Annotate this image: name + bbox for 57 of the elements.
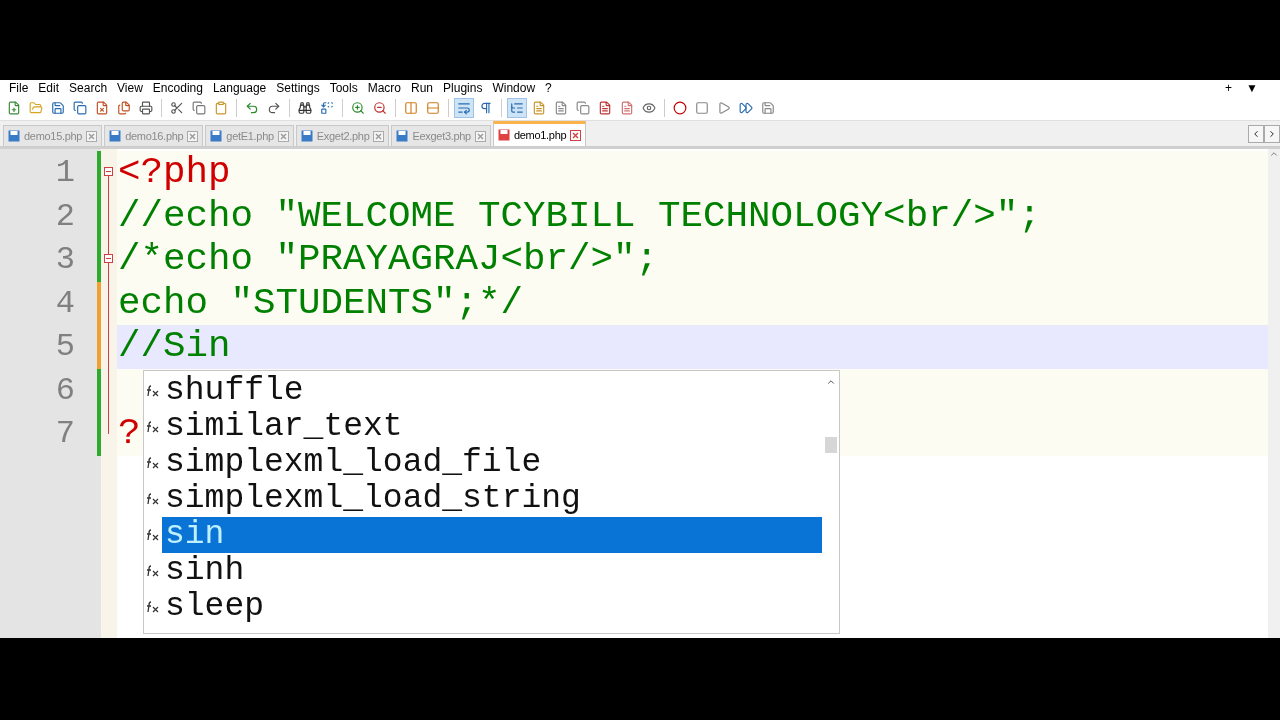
- menu-item[interactable]: Language: [207, 81, 272, 95]
- function-icon: [146, 565, 160, 577]
- close-icon[interactable]: [570, 129, 582, 141]
- scroll-right-button[interactable]: [1264, 124, 1280, 143]
- menu-item[interactable]: Run: [406, 81, 439, 95]
- suggestion-item[interactable]: simplexml_load_file: [162, 445, 822, 481]
- code-line: //Sin: [118, 325, 231, 367]
- fold-icon[interactable]: [104, 254, 113, 263]
- suggestion-item[interactable]: sleep: [162, 589, 822, 625]
- menu-item[interactable]: Encoding: [147, 81, 208, 95]
- suggestion-item[interactable]: sinh: [162, 553, 822, 589]
- function-icon: [146, 385, 160, 397]
- code-line: echo "STUDENTS";*/: [118, 281, 524, 324]
- menu-item[interactable]: File: [4, 81, 34, 95]
- line-number: 7: [54, 414, 76, 454]
- scroll-up-icon[interactable]: [825, 377, 836, 387]
- function-icon: [146, 457, 160, 469]
- scroll-left-button[interactable]: [1248, 124, 1264, 143]
- scroll-up-icon[interactable]: [1269, 149, 1279, 159]
- wrap-text-icon[interactable]: [454, 98, 474, 118]
- menu-item[interactable]: Edit: [33, 81, 65, 95]
- function-icon: [146, 421, 160, 433]
- function-icon: [146, 529, 160, 541]
- close-icon[interactable]: [474, 130, 486, 142]
- line-number: 1: [54, 153, 76, 193]
- menu-item[interactable]: Settings: [271, 81, 325, 95]
- line-number: 3: [54, 240, 76, 280]
- menu-item[interactable]: Window: [487, 81, 541, 95]
- menu-item[interactable]: Search: [64, 81, 113, 95]
- function-icon: [146, 601, 160, 613]
- menu-item[interactable]: ?: [540, 81, 557, 95]
- window-control[interactable]: +: [1225, 81, 1233, 95]
- code-line: //echo "WELCOME TCYBILL TECHNOLOGY<br/>";: [118, 194, 1041, 237]
- fold-icon[interactable]: [104, 167, 113, 176]
- file-tab[interactable]: demo1.php: [492, 121, 587, 146]
- suggestion-item[interactable]: sin: [162, 517, 822, 553]
- line-number: 6: [54, 370, 76, 411]
- scroll-thumb[interactable]: [824, 437, 837, 453]
- close-icon[interactable]: [86, 130, 98, 142]
- indent-guide-icon[interactable]: [507, 98, 527, 118]
- line-number: 5: [54, 327, 76, 367]
- code-line: /*echo "PRAYAGRAJ<br/>";: [118, 238, 659, 280]
- menu-item[interactable]: Macro: [362, 81, 406, 95]
- close-icon[interactable]: [277, 130, 289, 142]
- code-line: ?: [118, 412, 141, 454]
- code-line: <?php: [118, 151, 231, 193]
- close-icon[interactable]: [187, 130, 199, 142]
- menu-item[interactable]: Plugins: [438, 81, 488, 95]
- menu-item[interactable]: Tools: [324, 81, 363, 95]
- window-control[interactable]: ▼: [1246, 81, 1258, 95]
- close-icon[interactable]: [373, 130, 385, 142]
- line-number: 4: [54, 283, 76, 324]
- line-number: 2: [54, 196, 76, 237]
- suggestion-item[interactable]: similar_text: [162, 409, 822, 445]
- function-icon: [146, 493, 160, 505]
- menu-item[interactable]: View: [112, 81, 148, 95]
- suggestion-item[interactable]: simplexml_load_string: [162, 481, 822, 517]
